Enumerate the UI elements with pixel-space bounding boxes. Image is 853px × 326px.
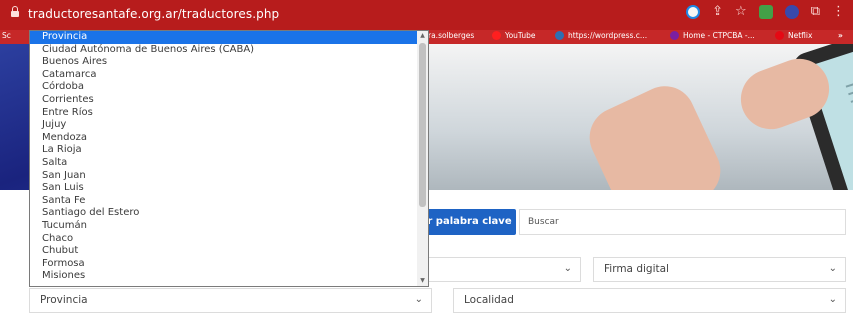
menu-icon[interactable]: ⋮ (832, 5, 845, 19)
bookmark-wordpress[interactable]: https://wordpress.c... (555, 31, 647, 40)
url-field[interactable]: traductoresantafe.org.ar/traductores.php (28, 7, 279, 21)
bookmark-netflix[interactable]: Netflix (775, 31, 812, 40)
star-icon[interactable]: ☆ (735, 5, 747, 19)
dropdown-option[interactable]: San Juan (30, 170, 418, 183)
bookmark-label: Home - CTPCBA -... (683, 31, 755, 40)
dropdown-option[interactable]: Jujuy (30, 119, 418, 132)
dropdown-option[interactable]: Santa Fe (30, 195, 418, 208)
dropdown-option[interactable]: Formosa (30, 258, 418, 271)
bookmark-left-tab[interactable]: Sc (2, 31, 11, 40)
select-label: Firma digital (604, 263, 669, 275)
youtube-icon (492, 31, 501, 40)
provincia-select[interactable]: Provincia ⌄ (29, 288, 432, 313)
share-icon[interactable]: ⇪ (712, 5, 723, 19)
scrollbar[interactable]: ▲ ▼ (417, 31, 428, 286)
extension-icon[interactable] (758, 5, 773, 19)
search-input[interactable]: Buscar (519, 209, 846, 235)
dropdown-option[interactable]: Provincia (30, 31, 418, 44)
hand-image (579, 76, 731, 190)
dropdown-option[interactable]: Catamarca (30, 69, 418, 82)
dropdown-option[interactable]: Entre Ríos (30, 107, 418, 120)
dropdown-option[interactable]: Mendoza (30, 132, 418, 145)
dropdown-option[interactable]: La Rioja (30, 144, 418, 157)
toolbar-icons: ⇪ ☆ ⧉ ⋮ (686, 5, 845, 19)
bookmark-label: YouTube (505, 31, 536, 40)
dropdown-option[interactable]: Salta (30, 157, 418, 170)
lock-icon[interactable] (10, 6, 20, 18)
ctpcba-icon (670, 31, 679, 40)
search-keyword-button[interactable]: r palabra clave (423, 209, 516, 235)
language-select[interactable]: ⌄ (423, 257, 581, 282)
dropdown-option[interactable]: Corrientes (30, 94, 418, 107)
firma-digital-select[interactable]: Firma digital ⌄ (593, 257, 846, 282)
scroll-thumb[interactable] (419, 43, 426, 207)
provincia-dropdown-list[interactable]: Provincia Ciudad Autónoma de Buenos Aires… (29, 30, 429, 287)
scroll-down-arrow-icon[interactable]: ▼ (417, 276, 428, 286)
bookmark-label: ra.solberges (428, 31, 475, 40)
chevron-down-icon: ⌄ (414, 294, 423, 305)
browser-address-bar: traductoresantafe.org.ar/traductores.php… (0, 0, 853, 30)
select-label: Localidad (464, 294, 514, 306)
bookmark-solberges[interactable]: ra.solberges (428, 31, 474, 40)
dropdown-option[interactable]: Ciudad Autónoma de Buenos Aires (CABA) (30, 44, 418, 57)
dropdown-option[interactable]: Chubut (30, 245, 418, 258)
bookmark-youtube[interactable]: YouTube (492, 31, 536, 40)
dropdown-option[interactable]: Misiones (30, 270, 418, 283)
dropdown-option[interactable]: Tucumán (30, 220, 418, 233)
profile-icon[interactable] (784, 5, 799, 19)
select-label: Provincia (40, 294, 88, 306)
dropdown-option[interactable]: Buenos Aires (30, 56, 418, 69)
localidad-select[interactable]: Localidad ⌄ (453, 288, 846, 313)
chevron-down-icon: ⌄ (563, 263, 572, 274)
chevron-down-icon: ⌄ (828, 263, 837, 274)
dropdown-option[interactable]: San Luis (30, 182, 418, 195)
dropdown-options: Provincia Ciudad Autónoma de Buenos Aires… (30, 31, 418, 283)
dropdown-option[interactable]: Santiago del Estero (30, 207, 418, 220)
dropdown-option[interactable]: Córdoba (30, 81, 418, 94)
bookmark-ctpcba[interactable]: Home - CTPCBA -... (670, 31, 755, 40)
chevron-down-icon: ⌄ (828, 294, 837, 305)
netflix-icon (775, 31, 784, 40)
google-icon[interactable] (686, 5, 701, 19)
scroll-up-arrow-icon[interactable]: ▲ (417, 31, 428, 41)
bookmarks-overflow-button[interactable]: » (838, 31, 843, 40)
bookmark-label: https://wordpress.c... (568, 31, 648, 40)
bookmark-label: Netflix (788, 31, 813, 40)
wordpress-icon (555, 31, 564, 40)
puzzle-icon[interactable]: ⧉ (811, 5, 820, 19)
dropdown-option[interactable]: Chaco (30, 233, 418, 246)
